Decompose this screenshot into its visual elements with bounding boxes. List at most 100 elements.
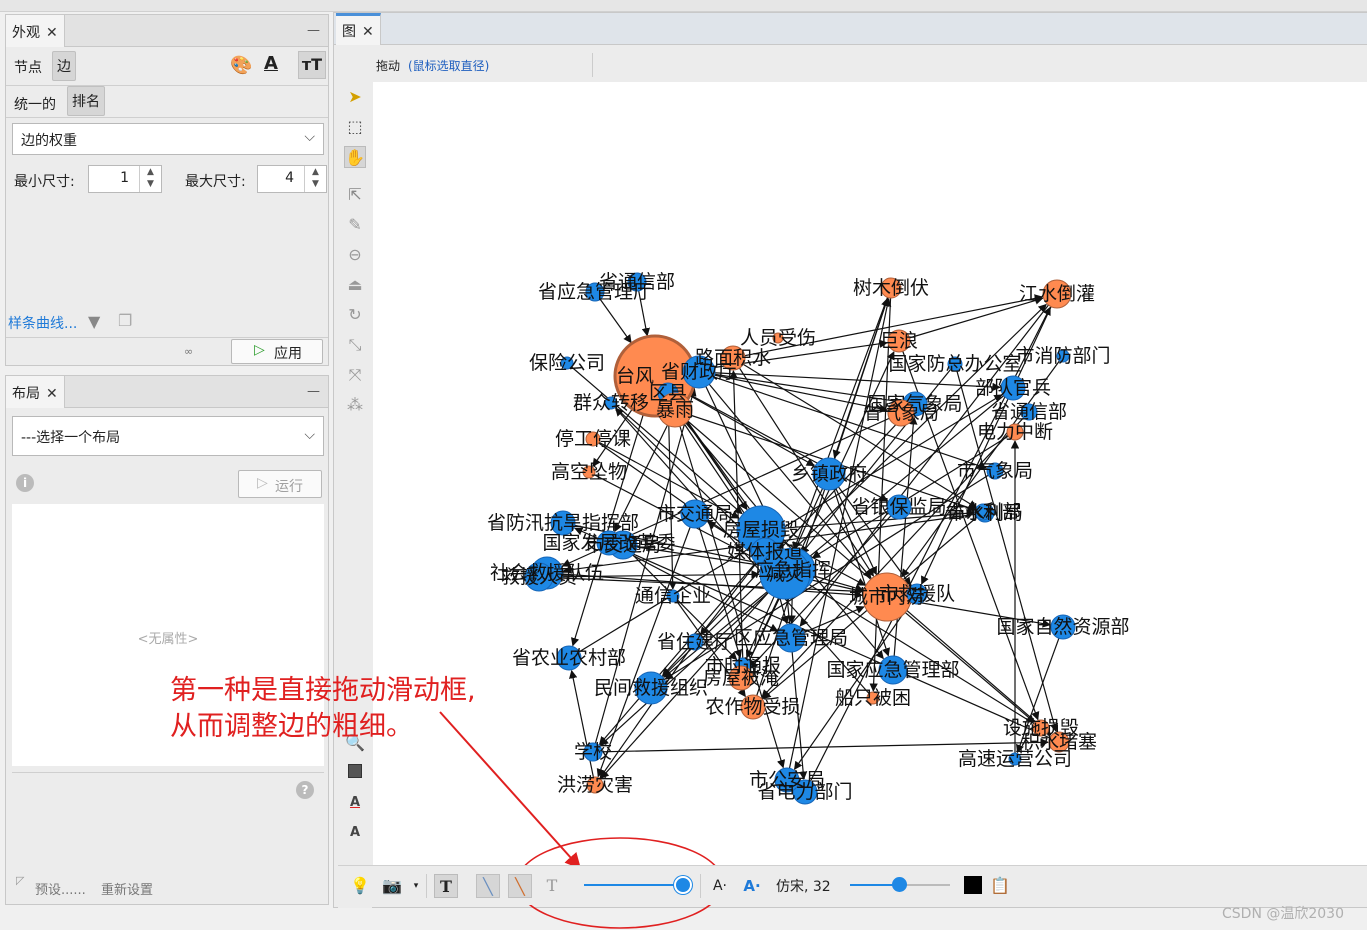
drag-hand-icon[interactable]: ✋ — [344, 146, 366, 168]
top-strip — [0, 0, 1367, 12]
slider-thumb[interactable] — [892, 877, 907, 892]
graph-node-label: 房屋损毁 — [723, 519, 799, 541]
path-icon[interactable]: ⤧ — [344, 364, 366, 386]
palette-icon[interactable]: 🎨 — [230, 55, 252, 77]
edge-toggle-icon[interactable]: ╲ — [476, 874, 500, 898]
label-size-slider[interactable] — [850, 877, 950, 892]
graph-node-label: 群众转移 — [573, 392, 649, 414]
graph-node-label: 高速运营公司 — [958, 748, 1072, 770]
max-size-spinner[interactable]: 4 ▲ ▼ — [257, 165, 327, 193]
run-button[interactable]: ▷ 运行 — [238, 470, 322, 498]
edge-labels-icon[interactable]: T — [540, 874, 564, 898]
font-scale-icon[interactable]: A· — [740, 874, 764, 898]
lightbulb-icon[interactable]: 💡 — [348, 874, 372, 898]
clipboard-icon[interactable]: 📋 — [988, 874, 1012, 898]
graph-node-label: 省气象局 — [863, 402, 939, 424]
label-color-icon[interactable]: A — [264, 53, 288, 77]
unified-tab[interactable]: 统一的 — [10, 90, 60, 118]
graph-node-label: 国家防总办公室 — [888, 353, 1021, 375]
copy-icon[interactable]: ❐ — [118, 311, 132, 330]
appearance-tab[interactable]: 外观 ✕ — [6, 15, 65, 47]
pointer-icon[interactable]: ➤ — [344, 86, 366, 108]
graph-node-label: 部队官兵 — [975, 377, 1051, 399]
divider — [426, 874, 427, 898]
graph-edge — [569, 669, 596, 786]
label-color-swatch[interactable] — [964, 876, 982, 894]
close-icon[interactable]: ✕ — [362, 24, 374, 40]
graph-node-label: 保险公司 — [529, 352, 605, 374]
minimize-icon[interactable]: — — [307, 384, 320, 399]
appearance-tab-label: 外观 — [12, 25, 40, 41]
cluster-icon[interactable]: ⁂ — [344, 394, 366, 416]
label-size-icon[interactable]: тT — [298, 51, 326, 79]
graph-node-label: 省通信部 — [991, 401, 1067, 423]
graph-node-label: 救援人员 — [501, 566, 577, 588]
apply-button-label: 应用 — [274, 346, 302, 362]
spinner-arrows-icon[interactable]: ▲ ▼ — [139, 166, 161, 192]
select-question-icon[interactable]: ⇱ — [344, 184, 366, 206]
apply-button[interactable]: ▷ 应用 — [231, 339, 323, 364]
no-properties-label: <无属性> — [137, 632, 199, 647]
appearance-tabbar: 外观 ✕ — — [6, 15, 328, 47]
reset-label[interactable]: 重新设置 — [101, 879, 153, 898]
slider-track — [584, 884, 688, 886]
slider-thumb[interactable] — [674, 876, 692, 894]
divider — [12, 772, 324, 773]
run-button-label: 运行 — [275, 479, 303, 495]
node-tab[interactable]: 节点 — [10, 53, 46, 81]
appearance-panel: 外观 ✕ — 节点 边 🎨 A тT 统一的 排名 边的权重 ⌵ 最小尺寸: 1 … — [5, 14, 329, 366]
font-icon[interactable]: A — [344, 822, 366, 844]
bottom-toolbar: 💡 📷 ▾ T ╲ ╲ T A· A· 仿宋, 32 📋 — [338, 865, 1367, 905]
graph-node-label: 停工停课 — [555, 428, 631, 450]
add-edge-icon[interactable]: ⤡ — [344, 334, 366, 356]
show-labels-icon[interactable]: T — [434, 874, 458, 898]
info-icon[interactable]: i — [16, 474, 34, 492]
graph-node-label: 省水利部 — [945, 501, 1021, 523]
min-size-spinner[interactable]: 1 ▲ ▼ — [88, 165, 162, 193]
max-size-value: 4 — [285, 170, 294, 186]
edge-tab[interactable]: 边 — [52, 51, 76, 81]
spline-link[interactable]: 样条曲线... — [8, 313, 77, 333]
size-icon[interactable]: ⊖ — [344, 244, 366, 266]
background-color-icon[interactable] — [344, 762, 366, 784]
graph-node-label: 暴雨 — [656, 399, 694, 421]
minimize-icon[interactable]: — — [307, 23, 320, 38]
help-icon[interactable]: ? — [296, 781, 314, 799]
layout-tab[interactable]: 布局 ✕ — [6, 376, 65, 408]
ranking-attribute-select[interactable]: 边的权重 ⌵ — [12, 123, 324, 155]
dropdown-arrow-icon[interactable]: ▾ — [404, 874, 428, 898]
graph-node-label: 省银保监局 — [851, 496, 946, 518]
font-size-decrease-icon[interactable]: A· — [708, 874, 732, 898]
rotate-icon[interactable]: ↻ — [344, 304, 366, 326]
close-icon[interactable]: ✕ — [46, 25, 58, 41]
graph-edge — [811, 431, 1016, 559]
edge-thickness-slider[interactable] — [584, 876, 692, 894]
graph-node-label: 市交通局 — [657, 503, 733, 525]
fill-icon[interactable]: ⏏ — [344, 274, 366, 296]
camera-icon[interactable]: 📷 — [380, 874, 404, 898]
font-color-icon[interactable]: A — [344, 792, 366, 814]
presets-label[interactable]: 预设...... — [35, 879, 86, 898]
chevron-down-icon: ⌵ — [304, 427, 315, 443]
graph-node-label: 通信企业 — [635, 585, 711, 607]
graph-tab[interactable]: 图 ✕ — [336, 13, 381, 45]
graph-canvas[interactable]: 省应急管理厅 省通信部 树木倒伏 江水倒灌 人员受伤 保险公司 台风 省财政厅 路面积水 巨浪 国家… — [373, 82, 1367, 865]
graph-node-label: 区应急管理局 — [734, 627, 848, 649]
spinner-arrows-icon[interactable]: ▲ ▼ — [304, 166, 326, 192]
paint-icon[interactable]: ✎ — [344, 214, 366, 236]
play-icon: ▷ — [254, 342, 265, 358]
max-size-label: 最大尺寸: — [185, 174, 246, 190]
graph-node-label: 洪涝灾害 — [557, 774, 633, 796]
rectangle-select-icon[interactable]: ⬚ — [344, 116, 366, 138]
ranking-tab[interactable]: 排名 — [67, 86, 105, 116]
graph-node-label: 房屋被淹 — [703, 667, 779, 689]
divider — [6, 117, 328, 118]
close-icon[interactable]: ✕ — [46, 386, 58, 402]
font-label[interactable]: 仿宋, 32 — [776, 876, 831, 896]
graph-edge — [698, 371, 988, 470]
link-icon[interactable]: ∞ — [184, 345, 193, 358]
graph-svg[interactable]: 省应急管理厅省通信部 树木倒伏 江水倒灌人员受伤保险公司台风 省财政厅路面积水巨浪国家… — [373, 82, 1367, 865]
layout-select[interactable]: ---选择一个布局 ⌵ — [12, 416, 324, 456]
edge-color-icon[interactable]: ╲ — [508, 874, 532, 898]
filter-icon[interactable]: ▼ — [88, 312, 100, 331]
